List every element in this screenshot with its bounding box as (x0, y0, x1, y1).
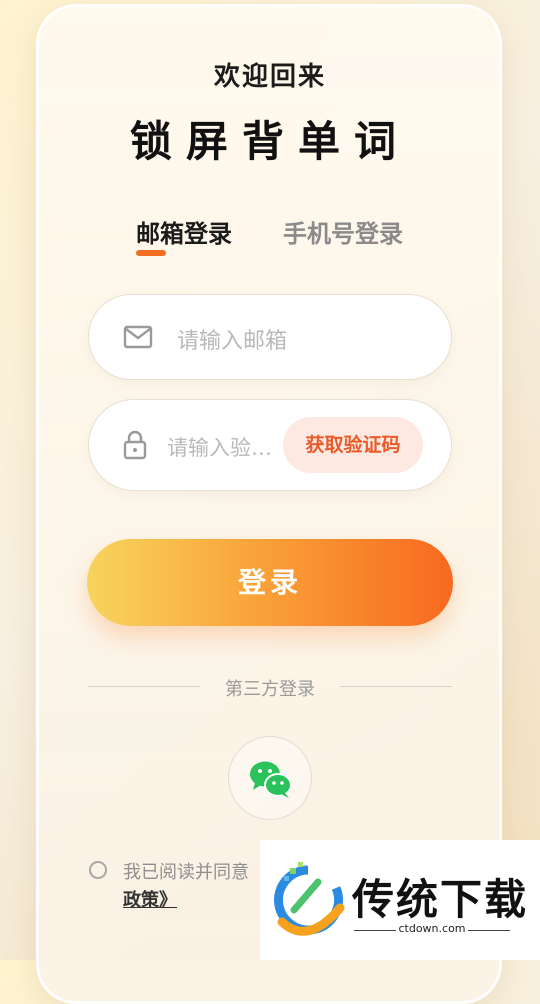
email-field[interactable]: 请输入邮箱 (88, 294, 452, 380)
active-tab-indicator (136, 250, 166, 256)
wechat-icon (250, 761, 292, 798)
code-input[interactable]: 请输入验证码 (167, 432, 275, 462)
email-input[interactable]: 请输入邮箱 (177, 323, 287, 355)
privacy-policy-link[interactable]: 政策》 (123, 886, 177, 912)
welcome-text: 欢迎回来 (213, 62, 326, 92)
app-title: 锁屏背单词 (129, 117, 410, 166)
login-button[interactable]: 登录 (87, 539, 453, 626)
lock-icon (123, 430, 147, 464)
tab-phone-login[interactable]: 手机号登录 (283, 214, 403, 249)
code-field[interactable]: 请输入验证码 获取验证码 (88, 399, 452, 491)
watermark-line-right (468, 930, 510, 931)
agreement-checkbox[interactable] (89, 861, 107, 879)
agreement-text: 我已阅读并同意 (123, 862, 249, 883)
third-party-label: 第三方登录 (225, 679, 315, 700)
tab-email-login[interactable]: 邮箱登录 (136, 214, 232, 249)
watermark-url: ctdown.com (398, 922, 466, 935)
wechat-login-button[interactable] (228, 736, 312, 820)
divider-right (340, 686, 452, 687)
ctdown-logo-icon (268, 860, 348, 948)
get-code-button[interactable]: 获取验证码 (283, 417, 423, 473)
watermark: 传统下载 ctdown.com (260, 840, 540, 960)
watermark-name: 传统下载 (352, 875, 529, 924)
mail-icon (123, 325, 153, 353)
